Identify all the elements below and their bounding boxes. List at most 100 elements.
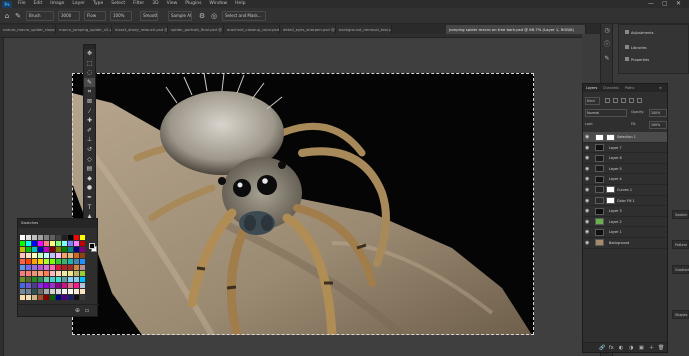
color-swatch[interactable] xyxy=(50,295,55,300)
visibility-eye-icon[interactable]: ◉ xyxy=(585,155,589,161)
history-brush-tool-icon[interactable]: ↺ xyxy=(84,145,95,155)
document-tab[interactable]: nature_macro_spider_close_01.psd @ 66.7% xyxy=(0,25,56,34)
gradient-tool-icon[interactable]: ▤ xyxy=(84,164,95,174)
layer-row[interactable]: ◉ Color Fill 1 xyxy=(583,196,667,207)
color-swatch[interactable] xyxy=(38,247,43,252)
color-swatch[interactable] xyxy=(80,235,85,240)
visibility-eye-icon[interactable]: ◉ xyxy=(585,208,589,214)
marquee-tool-icon[interactable]: ⬚ xyxy=(84,59,95,69)
color-swatch[interactable] xyxy=(68,247,73,252)
layer-row[interactable]: ◉ Layer 4 xyxy=(583,174,667,185)
history-icon[interactable]: ◷ xyxy=(601,24,613,38)
document-tab[interactable]: spider_portrait_final.psd @ 50% xyxy=(168,25,224,34)
color-swatch[interactable] xyxy=(56,271,61,276)
pattern-panel-button[interactable]: Pattern xyxy=(672,240,689,249)
color-swatch[interactable] xyxy=(26,235,31,240)
color-swatch[interactable] xyxy=(50,289,55,294)
color-swatch[interactable] xyxy=(74,247,79,252)
gradient-panel-button[interactable]: Gradient xyxy=(672,265,689,274)
color-swatch[interactable] xyxy=(32,241,37,246)
link-layers-icon[interactable]: 🔗 xyxy=(599,345,605,351)
color-swatch[interactable] xyxy=(74,241,79,246)
menu-select[interactable]: Select xyxy=(107,0,129,8)
settings-gear-icon[interactable]: ⚙ xyxy=(198,12,206,20)
document-tab[interactable]: arachnid_closeup_color.psd @ 66.7% xyxy=(224,25,280,34)
color-swatch[interactable] xyxy=(26,295,31,300)
libraries-row[interactable]: Libraries xyxy=(625,45,647,50)
add-mask-icon[interactable]: ◐ xyxy=(619,345,623,351)
close-window-button[interactable]: ✕ xyxy=(676,0,681,8)
color-swatch[interactable] xyxy=(74,235,79,240)
color-swatch[interactable] xyxy=(56,235,61,240)
color-swatch[interactable] xyxy=(20,235,25,240)
color-swatch[interactable] xyxy=(62,277,67,282)
color-swatch[interactable] xyxy=(38,253,43,258)
crop-tool-icon[interactable]: ⌗ xyxy=(84,87,95,97)
color-swatch[interactable] xyxy=(56,241,61,246)
color-swatch[interactable] xyxy=(38,271,43,276)
horizontal-ruler[interactable] xyxy=(0,34,582,38)
new-layer-icon[interactable]: ＋ xyxy=(649,345,654,351)
color-swatch[interactable] xyxy=(20,259,25,264)
swatches-panel-title[interactable]: Swatches xyxy=(18,219,97,228)
group-icon[interactable]: ▣ xyxy=(639,345,644,351)
color-swatch[interactable] xyxy=(26,247,31,252)
layer-mask-thumbnail[interactable] xyxy=(606,197,615,205)
color-swatch[interactable] xyxy=(74,283,79,288)
mode-dropdown[interactable]: Brush xyxy=(26,11,54,21)
filter-shape-icon[interactable] xyxy=(629,98,634,103)
sample-all-layers-checkbox[interactable]: Sample All Layers xyxy=(168,11,192,21)
brush-size-field[interactable]: 3000 xyxy=(58,11,80,21)
color-swatch[interactable] xyxy=(44,253,49,258)
layer-row[interactable]: ◉ Selection 1 xyxy=(583,132,667,143)
color-swatch[interactable] xyxy=(56,247,61,252)
color-swatch[interactable] xyxy=(26,277,31,282)
color-swatch[interactable] xyxy=(50,277,55,282)
color-swatch[interactable] xyxy=(32,259,37,264)
frame-tool-icon[interactable]: ⊠ xyxy=(84,97,95,107)
color-swatch[interactable] xyxy=(38,241,43,246)
type-tool-icon[interactable]: T xyxy=(84,203,95,213)
color-swatch[interactable] xyxy=(32,295,37,300)
visibility-eye-icon[interactable]: ◉ xyxy=(585,187,589,193)
opacity-field[interactable]: 100% xyxy=(649,109,667,117)
brush-settings-icon[interactable]: ✎ xyxy=(601,52,613,66)
color-swatch[interactable] xyxy=(32,277,37,282)
color-swatch[interactable] xyxy=(68,277,73,282)
color-swatch[interactable] xyxy=(20,271,25,276)
color-swatch[interactable] xyxy=(80,277,85,282)
color-swatch[interactable] xyxy=(50,235,55,240)
tab-channels[interactable]: Channels xyxy=(603,84,619,92)
layer-row[interactable]: ◉ Layer 3 xyxy=(583,206,667,217)
menu-plugins[interactable]: Plugins xyxy=(181,0,205,8)
color-swatch[interactable] xyxy=(20,295,25,300)
tab-paths[interactable]: Paths xyxy=(625,84,634,92)
color-swatch[interactable] xyxy=(32,247,37,252)
color-swatch[interactable] xyxy=(56,253,61,258)
color-swatch[interactable] xyxy=(68,259,73,264)
layer-row[interactable]: ◉ Curves 1 xyxy=(583,185,667,196)
color-swatch[interactable] xyxy=(44,295,49,300)
tab-layers[interactable]: Layers xyxy=(586,84,597,92)
color-swatch[interactable] xyxy=(26,289,31,294)
healing-brush-tool-icon[interactable]: ✚ xyxy=(84,116,95,126)
color-swatch[interactable] xyxy=(74,295,79,300)
color-swatch[interactable] xyxy=(80,271,85,276)
menu-edit[interactable]: Edit xyxy=(30,0,47,8)
color-swatch[interactable] xyxy=(62,241,67,246)
color-swatch[interactable] xyxy=(62,235,67,240)
shapes-panel-button[interactable]: Shapes xyxy=(672,310,689,319)
color-swatch[interactable] xyxy=(68,253,73,258)
move-tool-icon[interactable]: ✥ xyxy=(84,49,95,59)
color-swatch[interactable] xyxy=(56,289,61,294)
color-swatch[interactable] xyxy=(26,259,31,264)
document-tab[interactable]: insect_study_retouch.psd @ 33.3% xyxy=(112,25,168,34)
color-swatch[interactable] xyxy=(32,235,37,240)
color-swatch[interactable] xyxy=(44,265,49,270)
color-swatch[interactable] xyxy=(38,235,43,240)
pen-tool-icon[interactable]: ✒ xyxy=(84,193,95,203)
menu-file[interactable]: File xyxy=(14,0,30,8)
blur-tool-icon[interactable]: ◆ xyxy=(84,174,95,184)
menu-help[interactable]: Help xyxy=(231,0,249,8)
color-swatch[interactable] xyxy=(68,241,73,246)
